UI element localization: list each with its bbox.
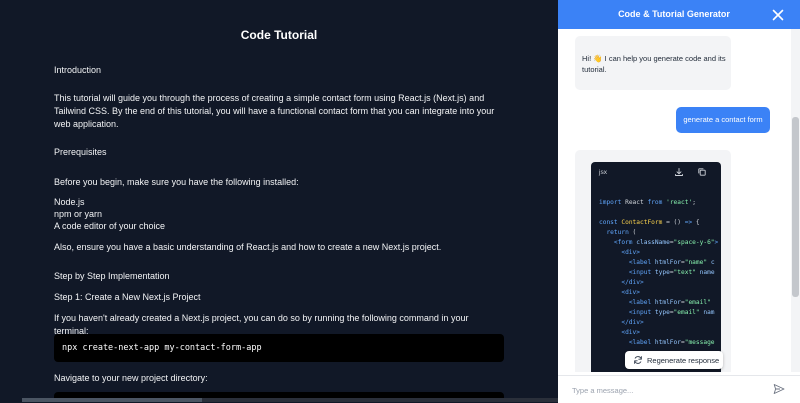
- copy-icon[interactable]: [697, 167, 707, 177]
- scrollbar-thumb[interactable]: [792, 117, 799, 297]
- code-line: <label htmlFor="name" c: [628, 259, 715, 266]
- scrollbar-thumb[interactable]: [22, 398, 202, 402]
- intro-text: This tutorial will guide you through the…: [54, 93, 495, 129]
- prereq-text: Before you begin, make sure you have the…: [54, 177, 299, 187]
- bot-code-message: jsx import React from 'react'; const Con…: [575, 150, 731, 372]
- code-line: </div>: [621, 279, 644, 286]
- send-icon[interactable]: [773, 383, 785, 395]
- command-code-block: npx create-next-app my-contact-form-app: [54, 334, 504, 362]
- message-input[interactable]: [572, 383, 762, 397]
- chat-panel: Code & Tutorial Generator Hi! 👋 I can he…: [558, 0, 800, 403]
- command-text: npx create-next-app my-contact-form-app: [62, 343, 262, 353]
- step1-heading: Step 1: Create a New Next.js Project: [54, 292, 201, 302]
- prereq-item: A code editor of your choice: [54, 221, 166, 231]
- message-composer: [558, 375, 800, 403]
- code-language: jsx: [599, 169, 607, 176]
- code-toolbar: jsx: [591, 162, 721, 184]
- page-title: Code Tutorial: [240, 28, 318, 42]
- download-icon[interactable]: [674, 167, 684, 177]
- steps-heading: Step by Step Implementation: [54, 271, 170, 281]
- code-line: return (: [606, 229, 637, 236]
- user-message: generate a contact form: [676, 107, 770, 133]
- code-lines: import React from 'react'; const Contact…: [599, 198, 718, 348]
- code-line: <div>: [621, 249, 640, 256]
- code-line: <label htmlFor="message: [628, 339, 715, 346]
- code-line: </div>: [621, 319, 644, 326]
- step2-text: Navigate to your new project directory:: [54, 373, 208, 383]
- code-line: <div>: [621, 289, 640, 296]
- tutorial-pane: Code Tutorial Introduction This tutorial…: [0, 0, 558, 402]
- code-line: <label htmlFor="email": [628, 299, 711, 306]
- close-icon[interactable]: [770, 7, 786, 23]
- horizontal-scrollbar[interactable]: [22, 398, 558, 402]
- regenerate-label: Regenerate response: [647, 356, 720, 365]
- code-line: <input type="email" nam: [628, 309, 715, 316]
- code-snippet: jsx import React from 'react'; const Con…: [591, 162, 721, 372]
- code-line: <div>: [621, 329, 640, 336]
- code-line: <form className="space-y-6">: [613, 239, 719, 246]
- bot-message-text: Hi! 👋 I can help you generate code and i…: [582, 54, 726, 74]
- regenerate-button[interactable]: Regenerate response: [625, 351, 723, 369]
- prereq-heading: Prerequisites: [54, 147, 107, 157]
- code-line: const ContactForm = () => {: [599, 219, 700, 226]
- panel-title: Code & Tutorial Generator: [618, 9, 730, 19]
- vertical-scrollbar[interactable]: [791, 29, 800, 372]
- code-line: import React from 'react';: [599, 199, 696, 206]
- panel-header: Code & Tutorial Generator: [558, 0, 800, 29]
- prereq-note: Also, ensure you have a basic understand…: [54, 242, 442, 252]
- intro-heading: Introduction: [54, 65, 102, 75]
- refresh-icon: [634, 356, 642, 364]
- bot-message: Hi! 👋 I can help you generate code and i…: [575, 36, 731, 90]
- code-line: <input type="text" name: [628, 269, 715, 276]
